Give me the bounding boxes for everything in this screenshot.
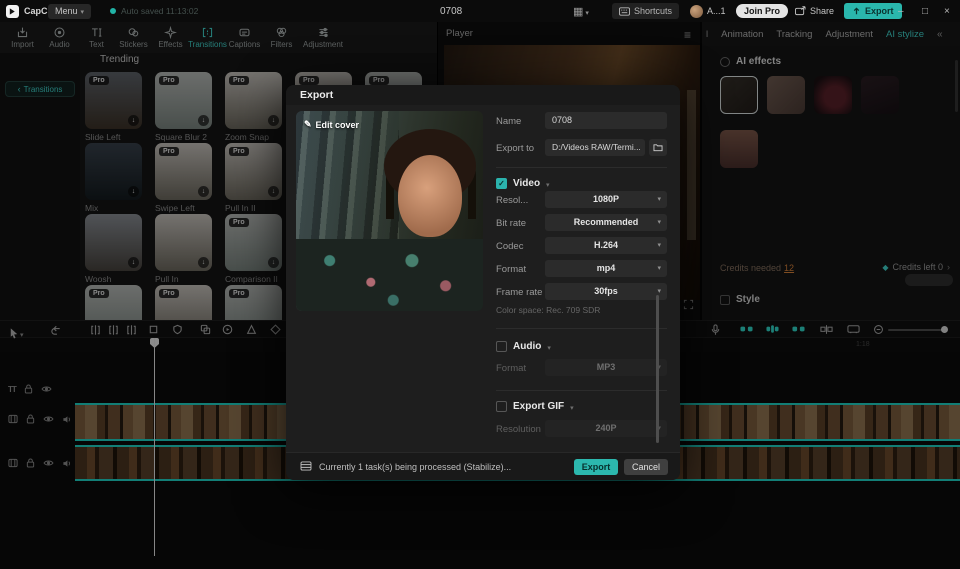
export-dialog: Export Edit cover Name 0708 Export to D:… [286, 85, 680, 480]
browse-folder-button[interactable] [649, 139, 667, 156]
framerate-label: Frame rate [496, 287, 542, 298]
export-icon [852, 7, 861, 16]
audio-section-label: Audio [513, 341, 541, 352]
bitrate-label: Bit rate [496, 218, 526, 229]
chevron-down-icon[interactable] [547, 337, 551, 355]
name-label: Name [496, 116, 521, 127]
export-cover-preview[interactable]: Edit cover [296, 111, 483, 311]
close-button[interactable]: × [944, 0, 960, 22]
preview-shirt [296, 239, 483, 311]
audio-format-dropdown[interactable]: MP3 [545, 359, 667, 376]
chevron-down-icon[interactable] [546, 174, 550, 192]
capcut-window: CapCut Menu Auto saved 11:13:02 0708 Sho… [0, 0, 960, 569]
video-section-header: Video [496, 174, 550, 192]
framerate-dropdown[interactable]: 30fps [545, 283, 667, 300]
share-button[interactable]: Share [795, 0, 834, 22]
preview-face [398, 155, 462, 237]
autosave-status: Auto saved 11:13:02 [110, 0, 198, 22]
export-button-top[interactable]: Export [844, 0, 902, 22]
gif-resolution-dropdown[interactable]: 240P [545, 420, 667, 437]
video-checkbox[interactable] [496, 178, 507, 189]
layout-grid-icon [573, 2, 583, 20]
bitrate-dropdown[interactable]: Recommended [545, 214, 667, 231]
document-title: 0708 [440, 0, 462, 22]
format-dropdown[interactable]: mp4 [545, 260, 667, 277]
minimize-button[interactable]: – [898, 0, 916, 22]
chevron-down-icon[interactable] [570, 397, 574, 415]
titlebar: CapCut Menu Auto saved 11:13:02 0708 Sho… [0, 0, 960, 22]
processing-icon [300, 458, 312, 476]
codec-dropdown[interactable]: H.264 [545, 237, 667, 254]
avatar [690, 5, 703, 18]
share-icon [795, 6, 806, 16]
gif-section-label: Export GIF [513, 401, 564, 412]
export-dialog-title: Export [300, 89, 333, 101]
dialog-scrollbar[interactable] [656, 295, 659, 443]
format-label: Format [496, 264, 526, 275]
export-to-label: Export to [496, 143, 534, 154]
folder-icon [653, 143, 663, 152]
maximize-button[interactable]: □ [922, 0, 940, 22]
gif-resolution-label: Resolution [496, 424, 541, 435]
shortcuts-button[interactable]: Shortcuts [612, 0, 679, 22]
account-button[interactable]: A...1 [690, 0, 726, 22]
export-dialog-footer: Currently 1 task(s) being processed (Sta… [286, 452, 680, 480]
gif-section-header: Export GIF [496, 397, 574, 415]
chevron-down-icon [81, 6, 85, 16]
cancel-export-button[interactable]: Cancel [624, 459, 668, 475]
export-dialog-header: Export [286, 85, 680, 105]
name-input[interactable]: 0708 [545, 112, 667, 129]
resolution-dropdown[interactable]: 1080P [545, 191, 667, 208]
gif-checkbox[interactable] [496, 401, 507, 412]
export-path-input[interactable]: D:/Videos RAW/Termi... [545, 139, 645, 156]
audio-format-label: Format [496, 363, 526, 374]
resolution-label: Resol... [496, 195, 528, 206]
video-section-label: Video [513, 178, 540, 189]
autosave-dot-icon [110, 8, 116, 14]
audio-checkbox[interactable] [496, 341, 507, 352]
layout-switcher[interactable] [573, 0, 589, 22]
menu-button[interactable]: Menu [48, 0, 91, 22]
keyboard-icon [619, 7, 630, 16]
export-confirm-button[interactable]: Export [574, 459, 618, 475]
codec-label: Codec [496, 241, 523, 252]
chevron-down-icon [585, 2, 589, 20]
audio-section-header: Audio [496, 337, 551, 355]
color-space-text: Color space: Rec. 709 SDR [496, 305, 600, 315]
join-pro-button[interactable]: Join Pro [736, 0, 788, 22]
processing-status: Currently 1 task(s) being processed (Sta… [319, 462, 511, 472]
edit-cover-button[interactable]: Edit cover [304, 119, 359, 130]
